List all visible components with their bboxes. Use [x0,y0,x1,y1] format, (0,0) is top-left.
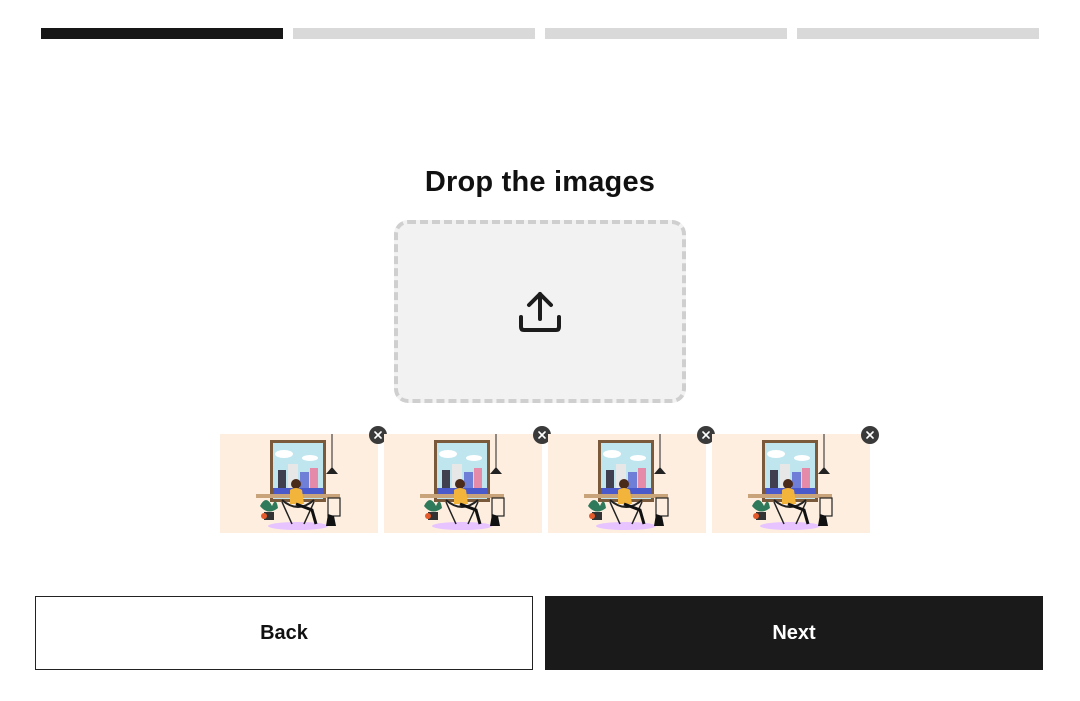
thumbnail-4 [712,426,879,533]
close-icon [866,431,874,439]
remove-image-button[interactable] [861,426,879,444]
next-button-label: Next [772,621,816,644]
thumbnail-list [220,426,879,533]
room-illustration [548,434,706,533]
progress-step-1 [41,28,283,39]
room-illustration [220,434,378,533]
back-button[interactable]: Back [35,596,533,670]
upload-step-page: Drop the images Back Next [0,0,1080,701]
image-drop-zone[interactable] [394,220,686,403]
upload-icon [519,291,561,332]
back-button-label: Back [260,621,308,644]
page-title: Drop the images [424,166,656,198]
next-button[interactable]: Next [545,596,1043,670]
room-illustration [384,434,542,533]
step-progress-bar [41,28,1039,39]
progress-step-4 [797,28,1039,39]
room-illustration [712,434,870,533]
thumbnail-3 [548,426,715,533]
progress-step-2 [293,28,535,39]
thumbnail-1 [220,426,387,533]
close-icon [374,431,382,439]
close-icon [538,431,546,439]
progress-step-3 [545,28,787,39]
thumbnail-2 [384,426,551,533]
close-icon [702,431,710,439]
